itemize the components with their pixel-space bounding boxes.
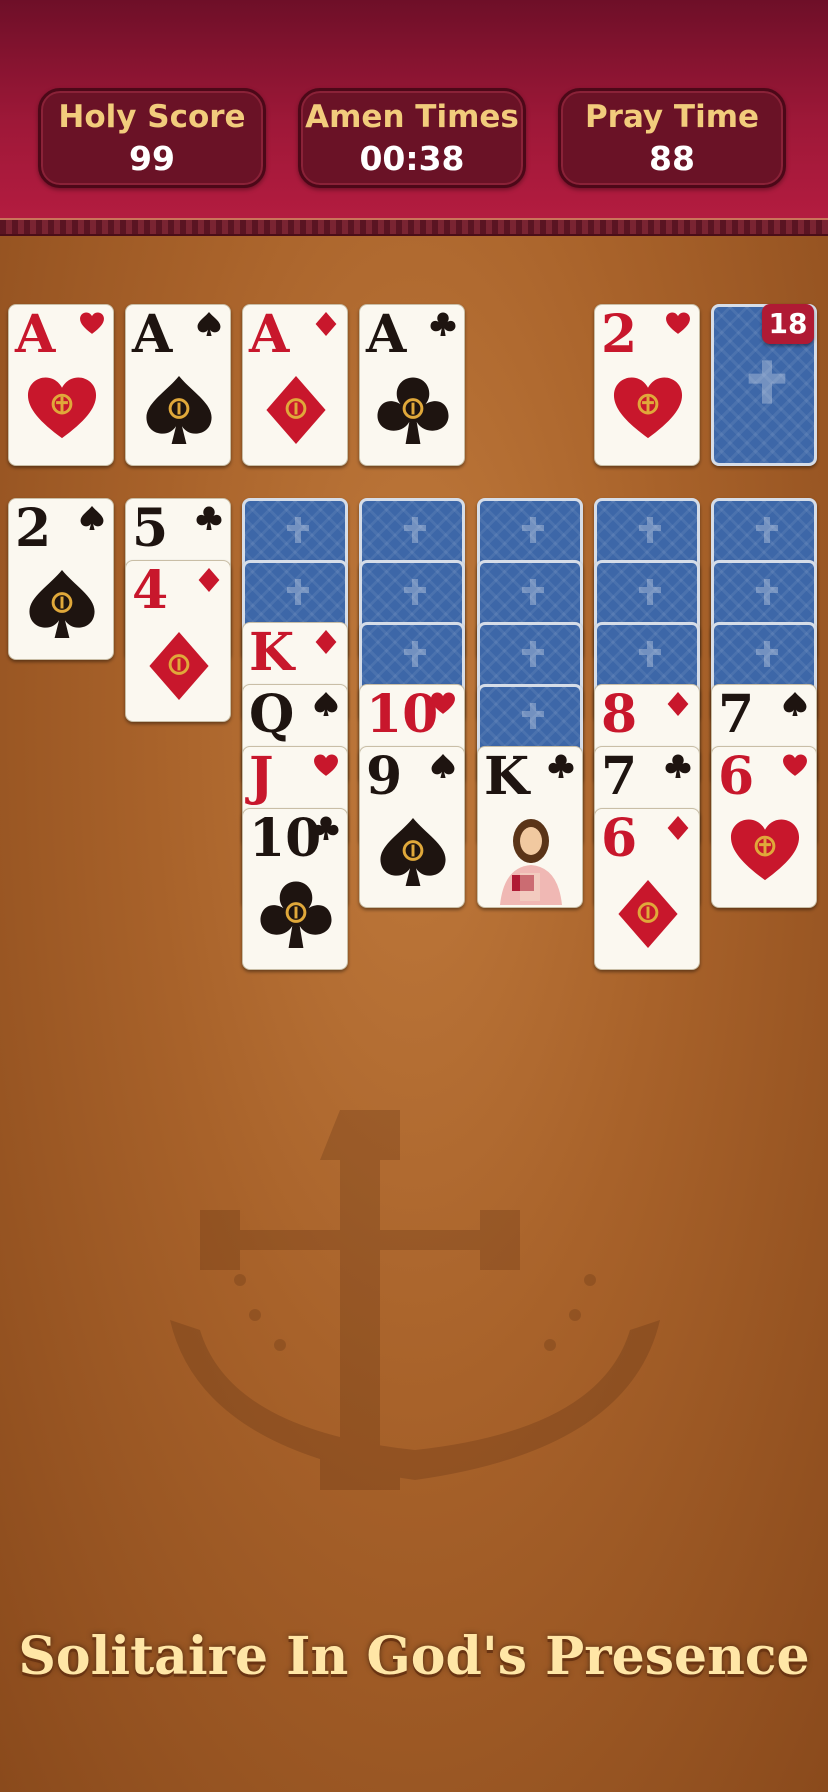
card-rank: 10 bbox=[366, 684, 439, 745]
card-rank: 6 bbox=[601, 808, 638, 869]
jesus-figure-icon bbox=[500, 819, 562, 905]
diamond-corner-icon bbox=[667, 816, 689, 840]
foundation-pile-3[interactable]: A bbox=[242, 304, 348, 466]
angel-icon bbox=[522, 517, 544, 543]
heart-corner-icon bbox=[314, 754, 338, 776]
angel-icon bbox=[522, 641, 544, 667]
angel-icon bbox=[639, 579, 661, 605]
amen-times-value: 00:38 bbox=[359, 139, 465, 178]
club-corner-icon bbox=[313, 816, 339, 840]
card-rank: 10 bbox=[249, 808, 322, 869]
heart-center-icon bbox=[613, 377, 683, 439]
spade-corner-icon bbox=[314, 692, 338, 716]
tableau-4-card[interactable]: 9 bbox=[359, 746, 465, 908]
angel-icon bbox=[522, 703, 544, 729]
stock-count-badge: 18 bbox=[762, 304, 814, 344]
club-corner-icon bbox=[196, 506, 222, 530]
club-corner-icon bbox=[548, 754, 574, 778]
spade-corner-icon bbox=[783, 692, 807, 716]
angel-icon bbox=[756, 517, 778, 543]
foundation-pile-4[interactable]: A bbox=[359, 304, 465, 466]
heart-corner-icon bbox=[431, 692, 455, 714]
holy-score-label: Holy Score bbox=[58, 99, 246, 135]
heart-corner-icon bbox=[80, 312, 104, 334]
tableau-7-card[interactable]: 6 bbox=[711, 746, 817, 908]
angel-icon bbox=[522, 579, 544, 605]
spade-center-icon bbox=[29, 569, 95, 639]
cross-icon bbox=[748, 360, 786, 404]
angel-icon bbox=[639, 517, 661, 543]
heart-corner-icon bbox=[783, 754, 807, 776]
diamond-corner-icon bbox=[315, 630, 337, 654]
club-corner-icon bbox=[665, 754, 691, 778]
spade-corner-icon bbox=[80, 506, 104, 530]
pray-time-label: Pray Time bbox=[584, 99, 760, 135]
spade-corner-icon bbox=[197, 312, 221, 336]
club-corner-icon bbox=[430, 312, 456, 336]
card-rank: A bbox=[249, 304, 290, 365]
spade-center-icon bbox=[146, 375, 212, 445]
card-rank: 5 bbox=[132, 498, 169, 559]
cross-watermark-icon bbox=[170, 1110, 660, 1490]
tagline: Solitaire In God's Presence bbox=[18, 1626, 810, 1687]
diamond-center-icon bbox=[266, 375, 326, 445]
card-rank: 7 bbox=[718, 684, 755, 745]
card-rank: 6 bbox=[718, 746, 755, 807]
tableau-3-card[interactable]: 10 bbox=[242, 808, 348, 970]
angel-icon bbox=[404, 641, 426, 667]
diamond-center-icon bbox=[149, 631, 209, 701]
card-rank: K bbox=[249, 622, 295, 683]
angel-icon bbox=[287, 517, 309, 543]
tableau-6-card[interactable]: 6 bbox=[594, 808, 700, 970]
amen-times-panel: Amen Times 00:38 bbox=[298, 88, 526, 188]
card-rank: 4 bbox=[132, 560, 169, 621]
card-rank: 2 bbox=[15, 498, 52, 559]
card-rank: 7 bbox=[601, 746, 638, 807]
angel-icon bbox=[404, 579, 426, 605]
card-rank: 2 bbox=[601, 304, 638, 365]
holy-score-value: 99 bbox=[129, 139, 175, 178]
diamond-center-icon bbox=[618, 879, 678, 949]
card-rank: A bbox=[366, 304, 407, 365]
tableau-2-card[interactable]: 4 bbox=[125, 560, 231, 722]
diamond-corner-icon bbox=[315, 312, 337, 336]
club-center-icon bbox=[260, 881, 332, 949]
card-rank: J bbox=[249, 746, 274, 807]
foundation-pile-1[interactable]: A bbox=[8, 304, 114, 466]
amen-times-label: Amen Times bbox=[305, 99, 519, 135]
card-rank: A bbox=[132, 304, 173, 365]
spade-corner-icon bbox=[431, 754, 455, 778]
tableau-1-card[interactable]: 2 bbox=[8, 498, 114, 660]
angel-icon bbox=[287, 579, 309, 605]
waste-pile[interactable]: 2 bbox=[594, 304, 700, 466]
club-center-icon bbox=[377, 377, 449, 445]
foundation-pile-2[interactable]: A bbox=[125, 304, 231, 466]
card-rank: 9 bbox=[366, 746, 403, 807]
spade-center-icon bbox=[380, 817, 446, 887]
diamond-corner-icon bbox=[667, 692, 689, 716]
holy-score-panel: Holy Score 99 bbox=[38, 88, 266, 188]
pray-time-value: 88 bbox=[649, 139, 695, 178]
card-rank: 8 bbox=[601, 684, 638, 745]
diamond-corner-icon bbox=[198, 568, 220, 592]
angel-icon bbox=[639, 641, 661, 667]
angel-icon bbox=[756, 641, 778, 667]
heart-center-icon bbox=[730, 819, 800, 881]
header-border-trim bbox=[0, 218, 828, 236]
angel-icon bbox=[756, 579, 778, 605]
heart-corner-icon bbox=[666, 312, 690, 334]
angel-icon bbox=[404, 517, 426, 543]
pray-time-panel: Pray Time 88 bbox=[558, 88, 786, 188]
card-rank: Q bbox=[249, 684, 295, 745]
card-rank: A bbox=[15, 304, 56, 365]
card-rank: K bbox=[484, 746, 530, 807]
heart-center-icon bbox=[27, 377, 97, 439]
tableau-5-card[interactable]: K bbox=[477, 746, 583, 908]
